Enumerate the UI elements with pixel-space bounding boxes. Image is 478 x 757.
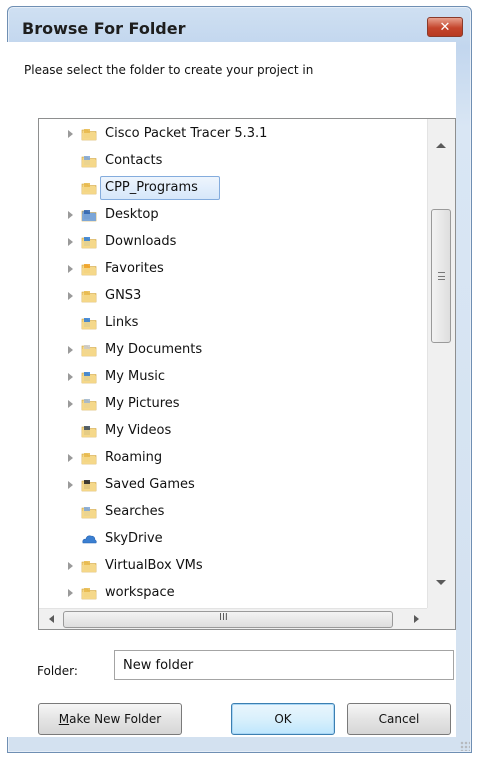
expand-arrow-icon[interactable] <box>68 130 73 138</box>
resize-grip-icon[interactable] <box>460 741 470 751</box>
tree-item[interactable]: My Pictures <box>39 392 425 417</box>
tree-item[interactable]: CPP_Programs <box>39 176 425 201</box>
folder-name-input[interactable] <box>114 650 454 680</box>
horizontal-scroll-thumb[interactable]: III <box>63 611 393 628</box>
tree-item[interactable]: Links <box>39 311 425 336</box>
dialog-title: Browse For Folder <box>22 19 186 38</box>
folder-icon <box>81 183 97 195</box>
cancel-button[interactable]: Cancel <box>347 703 451 735</box>
tree-item-label: My Videos <box>105 423 172 438</box>
instruction-text: Please select the folder to create your … <box>24 63 314 77</box>
expand-arrow-icon[interactable] <box>68 589 73 597</box>
tree-item[interactable]: Desktop <box>39 203 425 228</box>
tree-item[interactable]: SkyDrive <box>39 527 425 552</box>
folder-icon <box>81 561 97 573</box>
tree-item[interactable]: Favorites <box>39 257 425 282</box>
tree-item[interactable]: Downloads <box>39 230 425 255</box>
expand-arrow-icon[interactable] <box>68 211 73 219</box>
pictures-folder-icon <box>81 399 97 411</box>
music-folder-icon <box>81 372 97 384</box>
close-icon: ✕ <box>439 19 451 35</box>
tree-item-label: Downloads <box>105 234 177 249</box>
tree-item-label: Searches <box>105 504 165 519</box>
documents-folder-icon <box>81 345 97 357</box>
tree-item-label: GNS3 <box>105 288 142 303</box>
tree-item-label: CPP_Programs <box>105 180 198 195</box>
folder-tree-view[interactable]: Cisco Packet Tracer 5.3.1 Contacts CPP_Pro… <box>38 118 456 630</box>
videos-folder-icon <box>81 426 97 438</box>
expand-arrow-icon[interactable] <box>68 454 73 462</box>
tree-item-label: Roaming <box>105 450 163 465</box>
expand-arrow-icon[interactable] <box>68 481 73 489</box>
expand-arrow-icon[interactable] <box>68 265 73 273</box>
ok-button[interactable]: OK <box>231 703 335 735</box>
tree-item-label: Cisco Packet Tracer 5.3.1 <box>105 126 268 141</box>
tree-item-label: Contacts <box>105 153 163 168</box>
tree-item[interactable]: Contacts <box>39 149 425 174</box>
expand-arrow-icon[interactable] <box>68 373 73 381</box>
tree-item[interactable]: Roaming <box>39 446 425 471</box>
tree-item-label: Saved Games <box>105 477 195 492</box>
tree-item-label: SkyDrive <box>105 531 163 546</box>
tree-item-label: Links <box>105 315 139 330</box>
cancel-label: Cancel <box>378 712 420 726</box>
tree-item-label: My Music <box>105 369 166 384</box>
folder-icon <box>81 129 97 141</box>
make-new-folder-label: Make New Folder <box>58 712 162 726</box>
tree-item-label: workspace <box>105 585 175 600</box>
tree-item[interactable]: My Videos <box>39 419 425 444</box>
links-folder-icon <box>81 318 97 330</box>
tree-item[interactable]: workspace <box>39 581 425 606</box>
expand-arrow-icon[interactable] <box>68 400 73 408</box>
tree-item[interactable]: Saved Games <box>39 473 425 498</box>
tree-item[interactable]: Searches <box>39 500 425 525</box>
scroll-left-arrow-icon[interactable] <box>49 615 54 623</box>
tree-item[interactable]: VirtualBox VMs <box>39 554 425 579</box>
folder-icon <box>81 291 97 303</box>
expand-arrow-icon[interactable] <box>68 292 73 300</box>
expand-arrow-icon[interactable] <box>68 238 73 246</box>
expand-arrow-icon[interactable] <box>68 562 73 570</box>
tree-item-label: Favorites <box>105 261 164 276</box>
contacts-folder-icon <box>81 156 97 168</box>
tree-item-label: VirtualBox VMs <box>105 558 203 573</box>
tree-item[interactable]: My Music <box>39 365 425 390</box>
vertical-scrollbar[interactable] <box>427 119 455 609</box>
horizontal-scrollbar[interactable]: III <box>39 608 429 629</box>
folder-field-label: Folder: <box>37 664 78 678</box>
expand-arrow-icon[interactable] <box>68 346 73 354</box>
saved-games-folder-icon <box>81 480 97 492</box>
tree-item-label: My Documents <box>105 342 203 357</box>
tree-item-label: Desktop <box>105 207 159 222</box>
tree-item[interactable]: My Documents <box>39 338 425 363</box>
scroll-down-arrow-icon[interactable] <box>436 580 446 585</box>
scroll-up-arrow-icon[interactable] <box>436 143 446 148</box>
tree-item-label: My Pictures <box>105 396 180 411</box>
close-button[interactable]: ✕ <box>427 17 463 37</box>
scroll-grip-icon: III <box>219 612 228 623</box>
make-new-folder-button[interactable]: Make New Folder <box>38 703 182 735</box>
folder-icon <box>81 588 97 600</box>
searches-folder-icon <box>81 507 97 519</box>
scroll-right-arrow-icon[interactable] <box>414 615 419 623</box>
downloads-folder-icon <box>81 237 97 249</box>
skydrive-cloud-icon <box>82 535 97 544</box>
desktop-folder-icon <box>81 210 97 222</box>
favorites-folder-icon <box>81 264 97 276</box>
scroll-grip-icon <box>438 272 445 280</box>
folder-icon <box>81 453 97 465</box>
scrollbar-corner <box>427 608 455 629</box>
tree-item[interactable]: GNS3 <box>39 284 425 309</box>
vertical-scroll-thumb[interactable] <box>431 209 451 343</box>
ok-label: OK <box>274 712 292 726</box>
tree-item[interactable]: Cisco Packet Tracer 5.3.1 <box>39 122 425 147</box>
